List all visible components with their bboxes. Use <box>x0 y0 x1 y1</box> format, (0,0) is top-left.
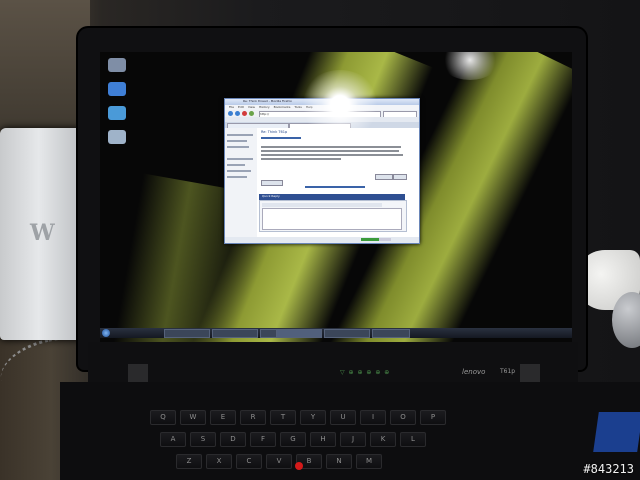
forward-icon[interactable] <box>235 111 240 116</box>
key-d: D <box>220 432 246 447</box>
quick-launch[interactable] <box>114 330 154 335</box>
sidebar-line <box>227 140 247 142</box>
quote-button[interactable] <box>393 174 407 180</box>
recycle-bin-icon[interactable] <box>108 130 126 144</box>
load-progress-fill <box>361 238 379 241</box>
sidebar-line <box>227 158 253 160</box>
menu-item[interactable]: Bookmarks <box>274 105 291 109</box>
post-author[interactable] <box>261 137 301 139</box>
drive-logo: W <box>30 220 55 246</box>
taskbar <box>100 328 572 338</box>
quick-reply-box <box>259 200 407 232</box>
key-f: F <box>250 432 276 447</box>
key-h: H <box>310 432 336 447</box>
menu-item[interactable]: Edit <box>238 105 244 109</box>
back-icon[interactable] <box>228 111 233 116</box>
post-text-line <box>261 158 341 160</box>
post-text-line <box>261 150 399 152</box>
browser-icon[interactable] <box>108 106 126 120</box>
status-bar <box>225 237 419 243</box>
hinge-left <box>128 364 148 382</box>
thread-nav-link[interactable] <box>305 186 365 188</box>
background-curtain <box>0 0 90 140</box>
network-icon[interactable] <box>108 82 126 96</box>
key-j: J <box>340 432 366 447</box>
key-a: A <box>160 432 186 447</box>
key-k: K <box>370 432 396 447</box>
multiquote-button[interactable] <box>261 180 283 186</box>
editor-toolbar[interactable] <box>262 203 382 207</box>
key-i: I <box>360 410 386 425</box>
sidebar-line <box>227 164 245 166</box>
menu-item[interactable]: History <box>259 105 270 109</box>
taskbar-item-active[interactable] <box>276 329 322 338</box>
sidebar-line <box>227 170 251 172</box>
laptop-chin <box>88 342 578 382</box>
sidebar-line <box>227 176 247 178</box>
sidebar-line <box>227 134 253 136</box>
hinge-right <box>520 364 540 382</box>
window-title: Re: Think thread - Mozilla Firefox <box>243 99 292 103</box>
reply-textarea[interactable] <box>262 208 402 230</box>
start-button[interactable] <box>102 329 110 337</box>
key-q: Q <box>150 410 176 425</box>
model-label: T61p <box>500 368 516 375</box>
key-e: E <box>210 410 236 425</box>
stop-icon[interactable] <box>242 111 247 116</box>
home-icon[interactable] <box>249 111 254 116</box>
brand-logo: lenovo <box>462 368 486 376</box>
quick-reply-label: Quick Reply <box>262 194 280 198</box>
taskbar-item[interactable] <box>212 329 258 338</box>
post-text-line <box>261 146 401 148</box>
key-s: S <box>190 432 216 447</box>
load-progress <box>361 238 391 241</box>
menu-item[interactable]: File <box>229 105 234 109</box>
blue-enter-key <box>593 412 640 452</box>
status-leds: ▽ ⊕ ⊕ ⊕ ⊕ ⊕ <box>340 369 391 376</box>
key-z: Z <box>176 454 202 469</box>
key-n: N <box>326 454 352 469</box>
reply-button[interactable] <box>375 174 393 180</box>
key-c: C <box>236 454 262 469</box>
key-p: P <box>420 410 446 425</box>
sidebar-line <box>227 146 249 148</box>
key-m: M <box>356 454 382 469</box>
key-g: G <box>280 432 306 447</box>
taskbar-item[interactable] <box>164 329 210 338</box>
trackpoint[interactable] <box>295 462 303 470</box>
key-t: T <box>270 410 296 425</box>
key-l: L <box>400 432 426 447</box>
key-v: V <box>266 454 292 469</box>
key-o: O <box>390 410 416 425</box>
computer-icon[interactable] <box>108 58 126 72</box>
forum-sidebar <box>225 128 257 237</box>
key-r: R <box>240 410 266 425</box>
system-tray[interactable] <box>520 330 540 336</box>
post-text-line <box>261 154 403 156</box>
watermark: #843213 <box>583 462 634 476</box>
key-u: U <box>330 410 356 425</box>
key-x: X <box>206 454 232 469</box>
taskbar-item[interactable] <box>324 329 370 338</box>
key-w: W <box>180 410 206 425</box>
taskbar-item[interactable] <box>372 329 410 338</box>
key-y: Y <box>300 410 326 425</box>
page-content: Re: Think T61p Quick Reply <box>225 128 419 237</box>
menu-item[interactable]: View <box>248 105 255 109</box>
light-glare <box>300 70 380 140</box>
post-title: Re: Think T61p <box>261 130 288 134</box>
tray-clock[interactable] <box>558 330 568 335</box>
